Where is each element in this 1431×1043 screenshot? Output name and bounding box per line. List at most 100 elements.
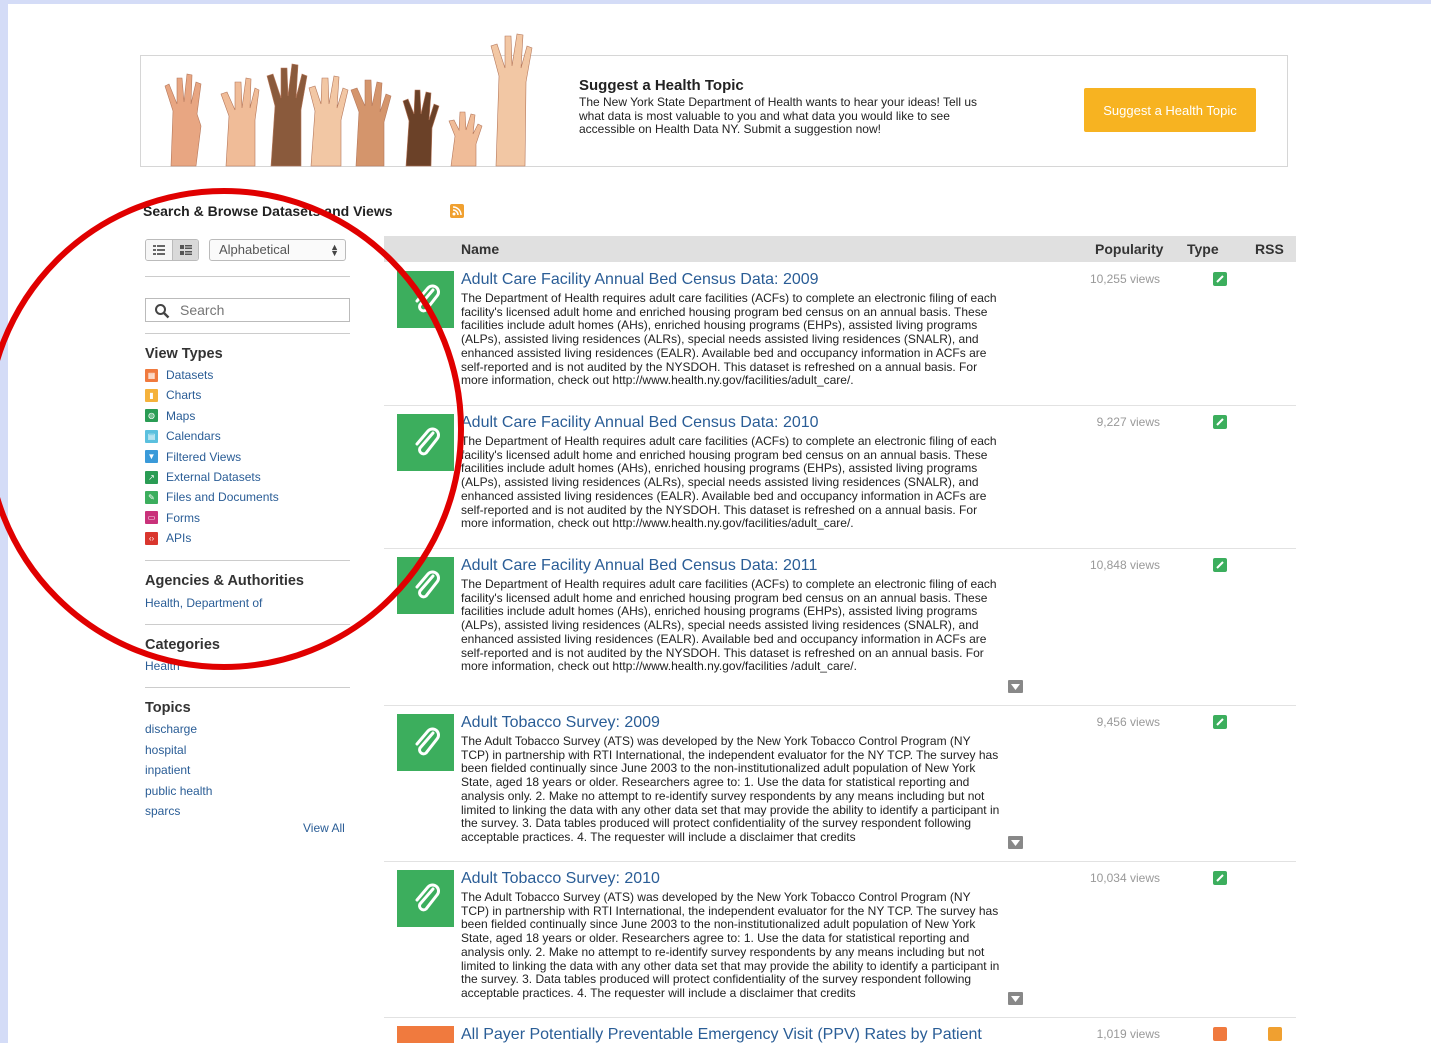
view-type-charts[interactable]: ▮ Charts [145,387,201,403]
view-type-maps[interactable]: ◍ Maps [145,408,195,424]
topic-link[interactable]: discharge [145,722,197,736]
suggest-topic-banner: Suggest a Health Topic The New York Stat… [140,33,1288,167]
filter-icon: ▼ [145,450,158,464]
window-frame-top [0,0,1431,4]
results-table-header: Name Popularity Type RSS [384,236,1296,262]
file-document-icon[interactable] [397,414,454,471]
column-popularity[interactable]: Popularity [1095,241,1163,257]
row-title-link[interactable]: Adult Care Facility Annual Bed Census Da… [461,557,817,575]
row-view-count: 10,034 views [1089,871,1160,885]
topic-link[interactable]: hospital [145,743,186,757]
topic-link[interactable]: sparcs [145,804,180,818]
paperclip-icon [1213,715,1227,729]
rich-view-button[interactable] [172,240,198,260]
topic-link[interactable]: public health [145,784,212,798]
rss-icon[interactable] [450,204,464,218]
view-type-label: External Datasets [166,470,261,484]
row-title-link[interactable]: All Payer Potentially Preventable Emerge… [461,1026,982,1043]
globe-icon: ◍ [145,409,158,423]
paperclip-icon: ✎ [145,490,158,504]
paperclip-icon [1213,415,1227,429]
code-icon: ‹› [145,531,158,545]
list-view-icon [153,245,165,255]
row-title-link[interactable]: Adult Care Facility Annual Bed Census Da… [461,271,819,289]
row-description: The Adult Tobacco Survey (ATS) was devel… [461,890,1000,1000]
chart-icon: ▮ [145,388,158,402]
view-mode-toggle [145,239,199,261]
row-view-count: 1,019 views [1096,1027,1160,1041]
form-icon: ▭ [145,511,158,525]
table-icon [1213,1027,1227,1041]
row-title-link[interactable]: Adult Tobacco Survey: 2010 [461,870,660,888]
rich-view-icon [179,245,192,255]
chevron-down-icon [1011,683,1020,690]
agency-link[interactable]: Health, Department of [145,596,262,610]
row-view-count: 9,227 views [1096,415,1160,429]
view-type-label: Datasets [166,368,214,382]
sidebar-divider [145,687,350,688]
expand-description-button[interactable] [1008,680,1023,693]
view-type-datasets[interactable]: ▦ Datasets [145,367,213,383]
topic-link[interactable]: inpatient [145,763,190,777]
view-type-label: Charts [166,388,202,403]
row-title-link[interactable]: Adult Care Facility Annual Bed Census Da… [461,414,819,432]
view-all-topics-link[interactable]: View All [303,821,345,835]
table-row[interactable]: Adult Tobacco Survey: 2010 The Adult Toba… [384,862,1296,1018]
view-type-label: APIs [166,531,192,546]
list-view-button[interactable] [146,240,172,260]
raised-hands-illustration [164,33,533,167]
paperclip-icon [1213,558,1227,572]
topics-heading: Topics [145,700,191,716]
view-type-files-and-documents[interactable]: ✎ Files and Documents [145,489,279,505]
rss-icon[interactable] [1268,1027,1282,1041]
expand-description-button[interactable] [1008,836,1023,849]
paperclip-icon [1213,272,1227,286]
sidebar-divider [145,276,350,277]
column-name[interactable]: Name [461,241,499,257]
category-link[interactable]: Health [145,659,180,673]
sort-select[interactable]: Alphabetical ▲ ▼ [209,239,346,261]
row-description: The Department of Health requires adult … [461,291,997,388]
expand-description-button[interactable] [1008,992,1023,1005]
banner-text: The New York State Department of Health … [579,95,977,136]
table-row[interactable]: Adult Care Facility Annual Bed Census Da… [384,549,1296,706]
categories-heading: Categories [145,637,220,653]
external-link-icon: ↗ [145,470,158,484]
column-type[interactable]: Type [1187,241,1219,257]
window-frame-left [0,0,8,1043]
table-row[interactable]: Adult Care Facility Annual Bed Census Da… [384,263,1296,406]
table-row[interactable]: Adult Tobacco Survey: 2009 The Adult Toba… [384,706,1296,862]
view-type-external-datasets[interactable]: ↗ External Datasets [145,469,261,485]
row-view-count: 10,848 views [1089,558,1160,572]
view-type-forms[interactable]: ▭ Forms [145,510,200,526]
search-icon [155,304,170,319]
file-document-icon[interactable] [397,870,454,927]
view-type-calendars[interactable]: ▤ Calendars [145,428,221,444]
file-document-icon[interactable] [397,271,454,328]
table-row[interactable]: Adult Care Facility Annual Bed Census Da… [384,406,1296,549]
view-type-filtered-views[interactable]: ▼ Filtered Views [145,449,241,465]
view-types-heading: View Types [145,346,223,362]
view-type-label: Forms [166,510,200,525]
paperclip-icon [1213,871,1227,885]
row-description: The Department of Health requires adult … [461,434,997,531]
agencies-heading: Agencies & Authorities [145,573,304,589]
suggest-topic-button[interactable]: Suggest a Health Topic [1084,88,1256,132]
sidebar-divider [145,560,350,561]
view-type-label: Files and Documents [166,490,279,505]
view-type-label: Maps [166,408,196,423]
calendar-icon: ▤ [145,429,158,443]
row-title-link[interactable]: Adult Tobacco Survey: 2009 [461,714,660,732]
sidebar-divider [145,333,350,334]
row-view-count: 9,456 views [1096,715,1160,729]
row-description: The Adult Tobacco Survey (ATS) was devel… [461,734,1000,844]
view-type-label: Filtered Views [166,449,242,464]
select-arrows-icon: ▲ ▼ [330,242,339,258]
search-box[interactable] [145,298,350,322]
file-document-icon[interactable] [397,714,454,771]
search-input[interactable] [180,302,340,318]
table-row[interactable]: All Payer Potentially Preventable Emerge… [384,1018,1296,1043]
view-type-apis[interactable]: ‹› APIs [145,530,191,546]
dataset-icon[interactable] [397,1026,454,1043]
file-document-icon[interactable] [397,557,454,614]
